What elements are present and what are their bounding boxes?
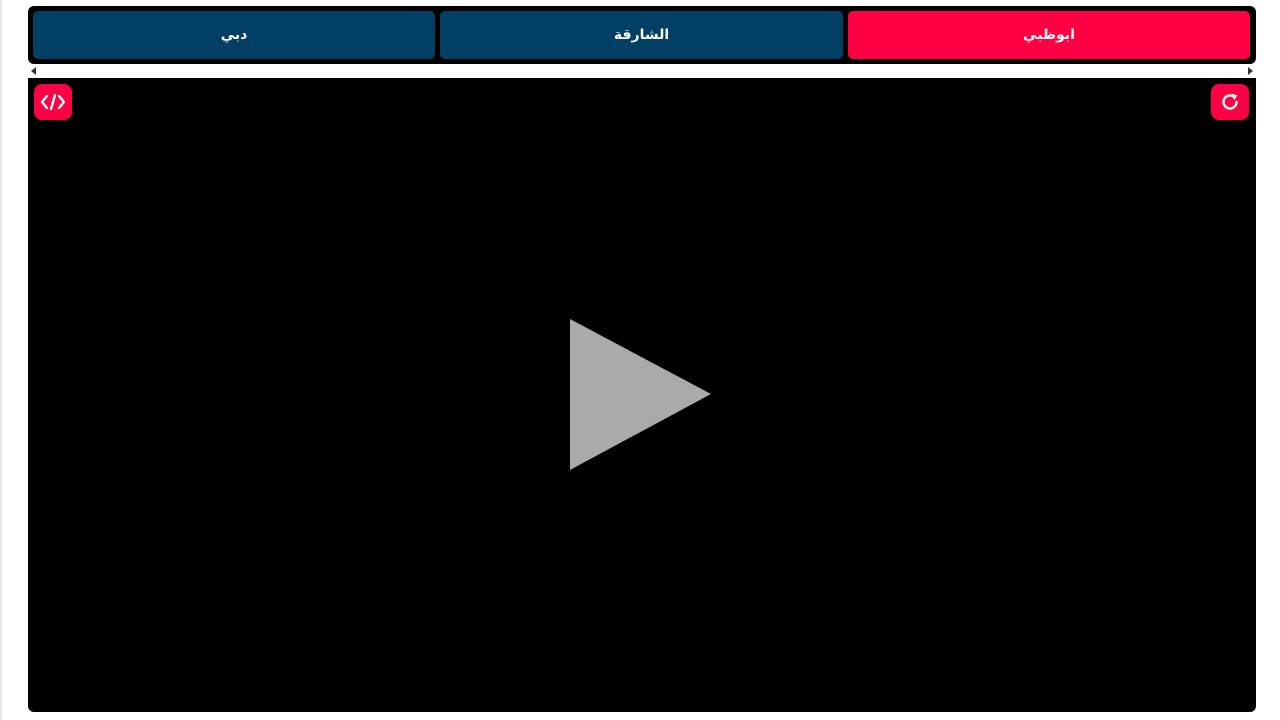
tab-dubai-label: دبي [220,27,248,43]
channel-tabs-bar: دبي الشارقة ابوظبي [28,6,1256,64]
tab-abu-dhabi[interactable]: ابوظبي [848,11,1250,59]
tab-abu-dhabi-label: ابوظبي [1023,27,1075,43]
embed-code-button[interactable] [34,84,72,120]
tab-dubai[interactable]: دبي [33,11,435,59]
scroll-left-icon[interactable] [31,67,36,75]
scroll-right-icon[interactable] [1248,67,1253,75]
code-embed-icon [40,93,66,111]
tab-sharjah[interactable]: الشارقة [440,11,843,59]
tabs-scroll-strip [28,64,1256,78]
reload-icon [1222,93,1238,110]
page: دبي الشارقة ابوظبي [0,0,1280,720]
page-edge-divider [0,0,2,720]
play-icon[interactable] [570,319,711,470]
video-player[interactable] [28,78,1256,712]
tab-sharjah-label: الشارقة [613,27,670,43]
reload-button[interactable] [1211,84,1249,120]
